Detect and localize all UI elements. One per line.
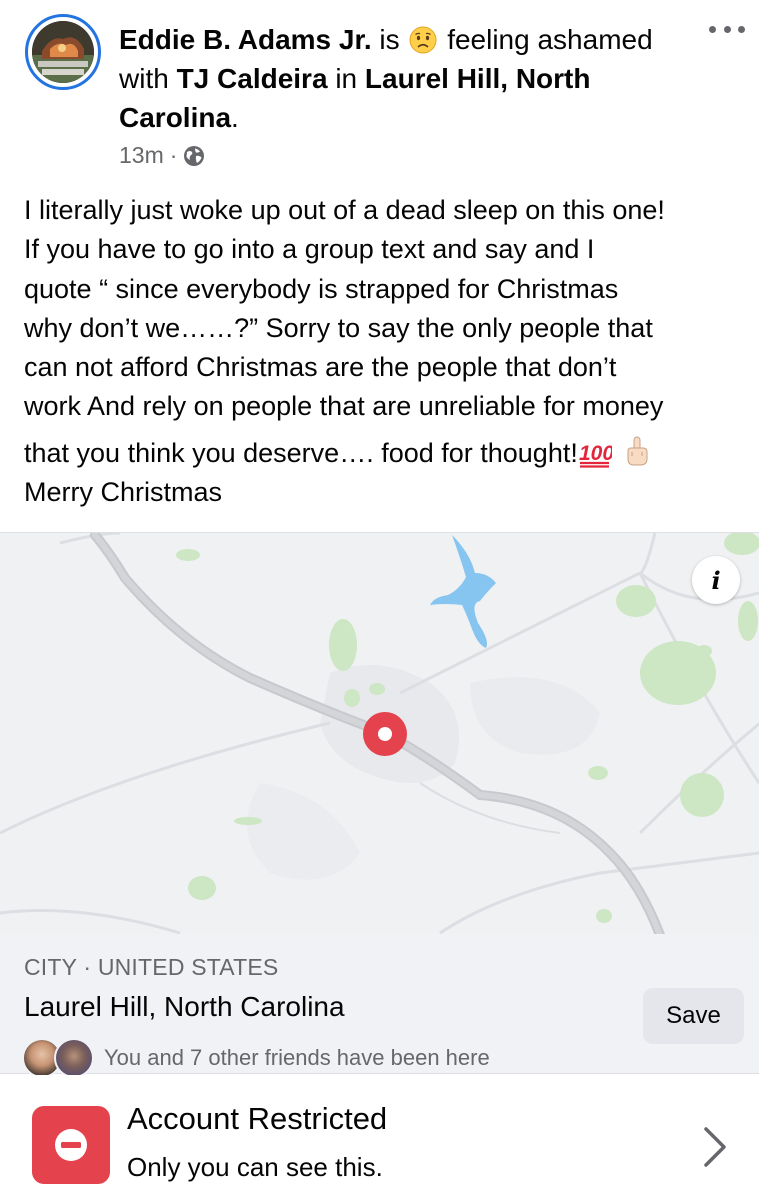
info-icon: i [711,565,721,595]
body-line-text: that you think you deserve…. food for th… [24,437,578,468]
middle-finger-emoji-icon [627,436,648,466]
location-pin-icon [363,712,407,756]
in-text: in [335,63,358,94]
friends-visited-text: You and 7 other friends have been here [104,1045,490,1070]
body-line-with-emoji: that you think you deserve…. food for th… [24,434,748,473]
more-dot [709,26,716,33]
author-avatar[interactable] [25,14,101,90]
map-info-button[interactable]: i [692,556,740,604]
tagged-friend[interactable]: TJ Caldeira [177,63,328,94]
body-line: can not afford Christmas are the people … [24,352,617,383]
body-line: If you have to go into a group text and … [24,234,595,265]
friends-visited-row: You and 7 other friends have been here [22,1038,490,1078]
body-line: why don’t we……?” Sorry to say the only p… [24,312,653,343]
body-line: quote “ since everybody is strapped for … [24,273,619,304]
location-map[interactable]: i [0,532,759,934]
feeling-text: feeling ashamed [447,24,653,55]
post-body: I literally just woke up out of a dead s… [24,191,748,512]
chevron-right-icon[interactable] [700,1125,730,1169]
body-line: I literally just woke up out of a dead s… [24,195,665,225]
friend-avatar [54,1038,94,1078]
globe-icon[interactable] [183,145,205,167]
restriction-title: Account Restricted [127,1101,388,1136]
with-text: with [119,63,169,94]
period: . [231,102,239,133]
location-link[interactable]: Laurel Hill, North [365,63,591,94]
location-link-cont[interactable]: Carolina [119,102,231,133]
avatar-image [32,21,94,83]
post-meta: 13m · [119,142,205,169]
place-category: CITY · UNITED STATES [24,954,279,980]
place-name[interactable]: Laurel Hill, North Carolina [24,991,345,1023]
more-dot [723,26,731,33]
no-entry-icon [32,1106,110,1184]
post-header-text: Eddie B. Adams Jr. is feeling ashamed wi… [119,20,699,137]
map-canvas [0,533,759,934]
restriction-subtitle: Only you can see this. [127,1152,383,1182]
post-header: Eddie B. Adams Jr. is feeling ashamed wi… [0,0,759,185]
meta-separator: · [169,142,178,168]
author-name[interactable]: Eddie B. Adams Jr. [119,24,372,55]
sad-face-emoji-icon [409,26,437,54]
post-time[interactable]: 13m [119,142,164,169]
body-line-last: Merry Christmas [24,477,223,508]
hundred-points-emoji-icon: 100 [579,442,612,468]
account-restricted-notice[interactable]: Account Restricted Only you can see this… [0,1075,759,1200]
more-dot [738,26,745,33]
place-card[interactable]: CITY · UNITED STATES Laurel Hill, North … [0,934,759,1078]
more-options-icon[interactable] [709,26,745,38]
body-line: work And rely on people that are unrelia… [24,391,664,422]
save-button[interactable]: Save [643,988,744,1044]
svg-text:100: 100 [579,442,612,465]
is-text: is [379,24,400,55]
